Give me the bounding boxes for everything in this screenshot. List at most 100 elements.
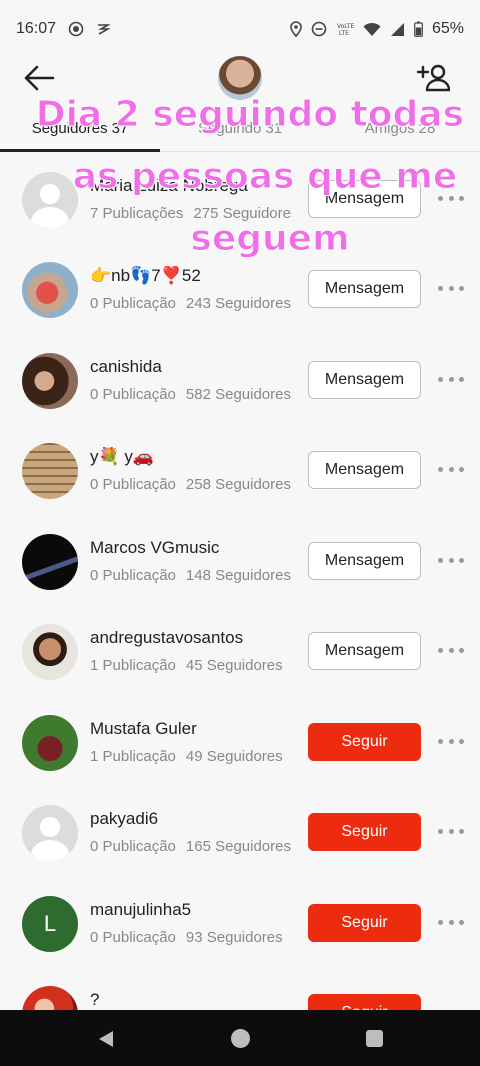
tab-followers-count: 37 (111, 120, 129, 137)
user-stats: 0 Publicação 243 Seguidores (90, 295, 292, 312)
battery-level: 65% (431, 20, 464, 37)
avatar[interactable] (22, 624, 78, 680)
user-followers: 93 Seguidores (185, 929, 283, 946)
user-stats: 0 Publicação 93 Seguidores (90, 929, 292, 946)
status-bar: 16:07 VoLTE LTE 65% (0, 0, 480, 58)
signal-icon (390, 22, 404, 36)
message-button[interactable]: Mensagem (308, 632, 421, 670)
user-stats: 0 Publicação 165 Seguidores (90, 838, 292, 855)
nav-home-icon[interactable] (231, 1029, 250, 1048)
user-name: Mustafa Guler (90, 719, 197, 738)
tab-following[interactable]: Seguindo 31 (160, 108, 320, 151)
list-item[interactable]: canishida 0 Publicação 582 Seguidores Men… (0, 335, 480, 425)
user-stats: 1 Publicação 49 Seguidores (90, 748, 292, 765)
user-name: Maria Luiza Nobrega (90, 176, 248, 195)
record-icon (68, 21, 84, 37)
avatar[interactable]: L (22, 896, 78, 952)
user-name: manujulinha5 (90, 900, 192, 919)
avatar[interactable] (22, 262, 78, 318)
user-posts: 7 Publicações (90, 205, 184, 222)
user-posts: 0 Publicação (90, 567, 176, 584)
system-navigation-bar (0, 1010, 480, 1066)
user-stats: 7 Publicações 275 Seguidores (90, 205, 292, 222)
avatar[interactable] (22, 353, 78, 409)
list-item[interactable]: y💐 y🚗 0 Publicação 258 Seguidores Mensage… (0, 425, 480, 515)
user-followers: 275 Seguidores (193, 205, 292, 222)
user-name: y💐 y🚗 (90, 447, 155, 466)
avatar[interactable] (22, 805, 78, 861)
list-item[interactable]: andregustavosantos 1 Publicação 45 Seguid… (0, 606, 480, 696)
user-followers: 45 Seguidores (185, 657, 283, 674)
message-button[interactable]: Mensagem (308, 542, 421, 580)
add-user-icon[interactable] (416, 62, 450, 92)
user-posts: 0 Publicação (90, 929, 176, 946)
avatar[interactable] (22, 986, 78, 1010)
message-button[interactable]: Mensagem (308, 451, 421, 489)
user-stats: 1 Publicação 45 Seguidores (90, 657, 292, 674)
follow-button[interactable]: Seguir (308, 994, 421, 1010)
user-followers: 258 Seguidores (185, 476, 291, 493)
list-item[interactable]: ? Seguir (0, 968, 480, 1010)
message-button[interactable]: Mensagem (308, 180, 421, 218)
user-followers: 165 Seguidores (185, 838, 291, 855)
back-arrow-icon[interactable] (22, 64, 56, 92)
list-item[interactable]: L manujulinha5 0 Publicação 93 Seguidores… (0, 878, 480, 968)
more-options-icon[interactable] (438, 278, 464, 298)
profile-avatar[interactable] (218, 56, 262, 100)
tab-following-count: 31 (265, 120, 283, 137)
user-followers: 582 Seguidores (185, 386, 291, 403)
more-options-icon[interactable] (438, 731, 464, 751)
tab-followers[interactable]: Seguidores 37 (0, 108, 160, 152)
avatar[interactable] (22, 715, 78, 771)
user-name: pakyadi6 (90, 809, 159, 828)
user-posts: 0 Publicação (90, 386, 176, 403)
wifi-icon (363, 22, 381, 36)
more-options-icon[interactable] (438, 188, 464, 208)
follow-button[interactable]: Seguir (308, 813, 421, 851)
battery-icon (414, 21, 423, 37)
follow-button[interactable]: Seguir (308, 904, 421, 942)
tab-friends-count: 28 (418, 120, 436, 137)
volte-icon: VoLTELTE (337, 23, 354, 37)
user-name: Marcos VGmusic (90, 538, 220, 557)
status-time: 16:07 (16, 20, 57, 37)
user-posts: 1 Publicação (90, 748, 176, 765)
user-posts: 0 Publicação (90, 838, 176, 855)
more-options-icon[interactable] (438, 640, 464, 660)
user-followers: 243 Seguidores (185, 295, 291, 312)
tab-followers-label: Seguidores (31, 120, 108, 137)
user-stats: 0 Publicação 582 Seguidores (90, 386, 292, 403)
svg-text:VoLTE: VoLTE (337, 23, 354, 30)
message-button[interactable]: Mensagem (308, 270, 421, 308)
list-item[interactable]: Marcos VGmusic 0 Publicação 148 Seguidore… (0, 516, 480, 606)
list-item[interactable]: Mustafa Guler 1 Publicação 49 Seguidores … (0, 697, 480, 787)
more-options-icon[interactable] (438, 821, 464, 841)
user-followers: 148 Seguidores (185, 567, 291, 584)
more-options-icon[interactable] (438, 1002, 464, 1010)
list-item[interactable]: Maria Luiza Nobrega 7 Publicações 275 Seg… (0, 154, 480, 244)
avatar[interactable] (22, 534, 78, 590)
tab-bar: Seguidores 37 Seguindo 31 Amigos 28 (0, 108, 480, 152)
list-item[interactable]: 👉nb👣7❣️52 0 Publicação 243 Seguidores Men… (0, 244, 480, 334)
tab-following-label: Seguindo (197, 120, 262, 137)
followers-list[interactable]: Maria Luiza Nobrega 7 Publicações 275 Seg… (0, 154, 480, 1010)
list-item[interactable]: pakyadi6 0 Publicação 165 Seguidores Segu… (0, 787, 480, 877)
more-options-icon[interactable] (438, 912, 464, 932)
nav-back-icon[interactable] (96, 1029, 116, 1049)
message-button[interactable]: Mensagem (308, 361, 421, 399)
user-name: andregustavosantos (90, 628, 244, 647)
svg-text:LTE: LTE (339, 30, 349, 37)
nav-recent-apps-icon[interactable] (366, 1030, 383, 1047)
follow-button[interactable]: Seguir (308, 723, 421, 761)
avatar[interactable] (22, 443, 78, 499)
more-options-icon[interactable] (438, 369, 464, 389)
user-posts: 0 Publicação (90, 295, 176, 312)
user-posts: 0 Publicação (90, 476, 176, 493)
more-options-icon[interactable] (438, 459, 464, 479)
avatar[interactable] (22, 172, 78, 228)
tab-friends[interactable]: Amigos 28 (320, 108, 480, 151)
location-icon (290, 21, 302, 37)
do-not-disturb-icon (311, 21, 327, 37)
user-name: ? (90, 990, 100, 1009)
more-options-icon[interactable] (438, 550, 464, 570)
